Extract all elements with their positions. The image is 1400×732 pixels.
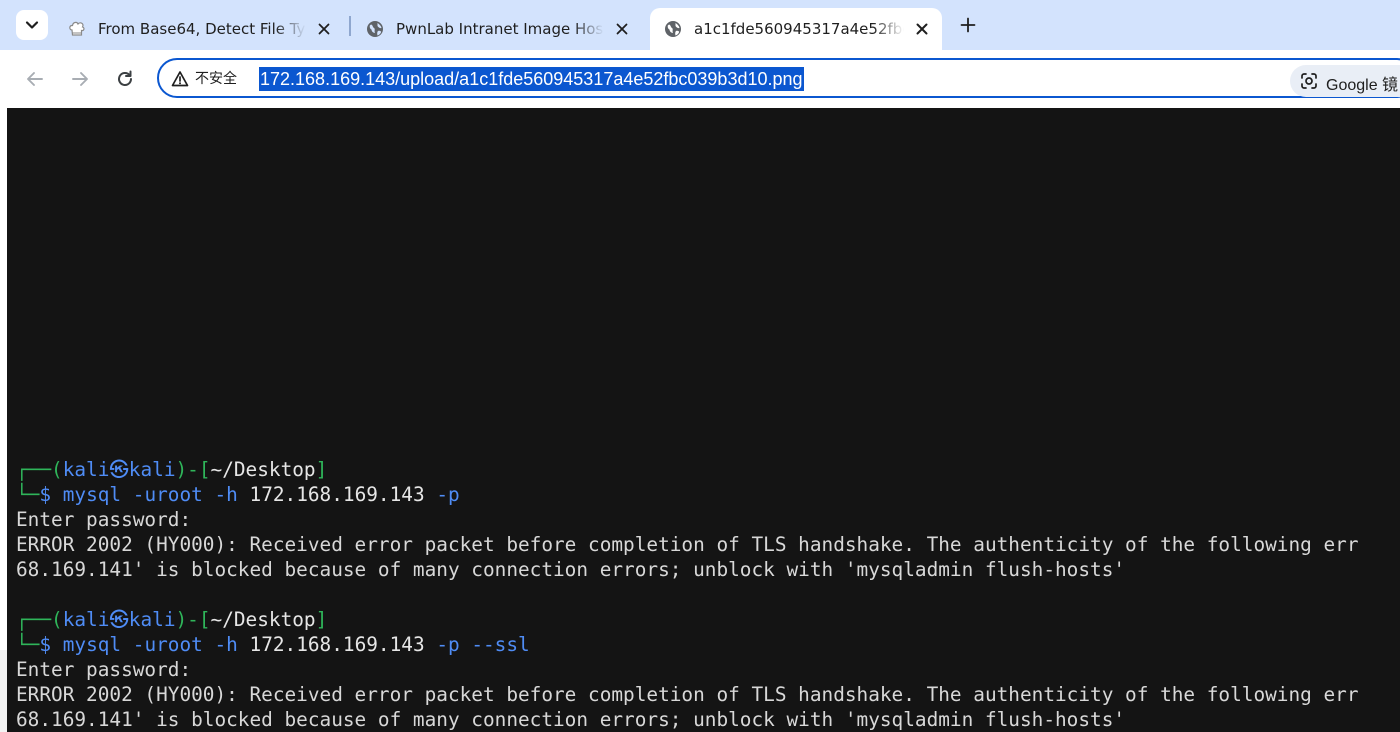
- output-line: Enter password:: [16, 508, 192, 531]
- globe-icon: [366, 20, 384, 38]
- tab-title: PwnLab Intranet Image Hosting: [396, 20, 604, 38]
- prompt-user: kali: [62, 458, 110, 481]
- command-line: └─$ mysql -uroot -h 172.168.169.143 -p: [16, 483, 460, 506]
- close-tab-button[interactable]: [912, 19, 932, 39]
- command-args: -uroot -h: [121, 633, 250, 656]
- prompt-cwd: ~/Desktop: [210, 458, 316, 481]
- command-line: └─$ mysql -uroot -h 172.168.169.143 -p -…: [16, 633, 530, 656]
- url-text[interactable]: 172.168.169.143/upload/a1c1fde560945317a…: [259, 67, 804, 91]
- reload-button[interactable]: [113, 67, 137, 91]
- chef-hat-icon: [68, 20, 86, 38]
- output-line: ERROR 2002 (HY000): Received error packe…: [16, 683, 1359, 706]
- window-edge: [0, 50, 7, 732]
- google-lens-chip[interactable]: Google 镜: [1290, 65, 1400, 97]
- command-name: mysql: [62, 633, 122, 656]
- prompt-header: ┌──(kali㉿kali)-[~/Desktop]: [16, 458, 328, 481]
- prompt-host: kali: [128, 458, 176, 481]
- command-host-ip: 172.168.169.143: [249, 483, 425, 506]
- browser-toolbar: 不安全 172.168.169.143/upload/a1c1fde560945…: [7, 50, 1400, 108]
- command-flags: -p --ssl: [424, 633, 530, 656]
- kali-logo-icon: ㉿: [109, 608, 129, 631]
- prompt-header: ┌──(kali㉿kali)-[~/Desktop]: [16, 608, 328, 631]
- output-line: 68.169.141' is blocked because of many c…: [16, 708, 1126, 731]
- command-name: mysql: [62, 483, 122, 506]
- close-icon: [616, 23, 628, 35]
- tab-from-base64[interactable]: From Base64, Detect File Type: [54, 8, 344, 50]
- tab-separator: [349, 16, 351, 36]
- close-tab-button[interactable]: [314, 19, 334, 39]
- tab-title: a1c1fde560945317a4e52fbc039b3d10.png: [694, 20, 904, 38]
- security-status-label[interactable]: 不安全: [195, 70, 237, 88]
- close-icon: [916, 23, 928, 35]
- output-line: Enter password:: [16, 658, 192, 681]
- prompt-user: kali: [62, 608, 110, 631]
- tab-active-image[interactable]: a1c1fde560945317a4e52fbc039b3d10.png: [650, 8, 942, 50]
- close-tab-button[interactable]: [612, 19, 632, 39]
- tab-strip: From Base64, Detect File Type PwnLab Int…: [0, 0, 1400, 50]
- lens-label: Google 镜: [1326, 77, 1399, 94]
- command-flags: -p: [424, 483, 460, 506]
- tab-title: From Base64, Detect File Type: [98, 20, 306, 38]
- output-line: 68.169.141' is blocked because of many c…: [16, 558, 1126, 581]
- back-button[interactable]: [23, 67, 47, 91]
- output-line: ERROR 2002 (HY000): Received error packe…: [16, 533, 1359, 556]
- reload-icon: [118, 70, 132, 86]
- arrow-right-icon: [72, 72, 88, 86]
- globe-icon: [664, 20, 682, 38]
- tab-pwnlab[interactable]: PwnLab Intranet Image Hosting: [352, 8, 642, 50]
- lens-icon: [1301, 73, 1317, 89]
- window-edge: [0, 650, 7, 732]
- tab-search-button[interactable]: [16, 10, 48, 40]
- kali-logo-icon: ㉿: [109, 458, 129, 481]
- arrow-left-icon: [27, 72, 43, 86]
- terminal-window[interactable]: ┌──(kali㉿kali)-[~/Desktop] └─$ mysql -ur…: [7, 108, 1400, 732]
- forward-button[interactable]: [68, 67, 92, 91]
- new-tab-button[interactable]: [955, 12, 981, 38]
- command-args: -uroot -h: [121, 483, 250, 506]
- close-icon: [318, 23, 330, 35]
- address-bar[interactable]: 不安全 172.168.169.143/upload/a1c1fde560945…: [157, 58, 1400, 98]
- chevron-down-icon: [25, 21, 39, 29]
- prompt-host: kali: [128, 608, 176, 631]
- prompt-cwd: ~/Desktop: [210, 608, 316, 631]
- command-host-ip: 172.168.169.143: [249, 633, 425, 656]
- plus-icon: [960, 17, 976, 33]
- warning-triangle-icon[interactable]: [171, 70, 189, 88]
